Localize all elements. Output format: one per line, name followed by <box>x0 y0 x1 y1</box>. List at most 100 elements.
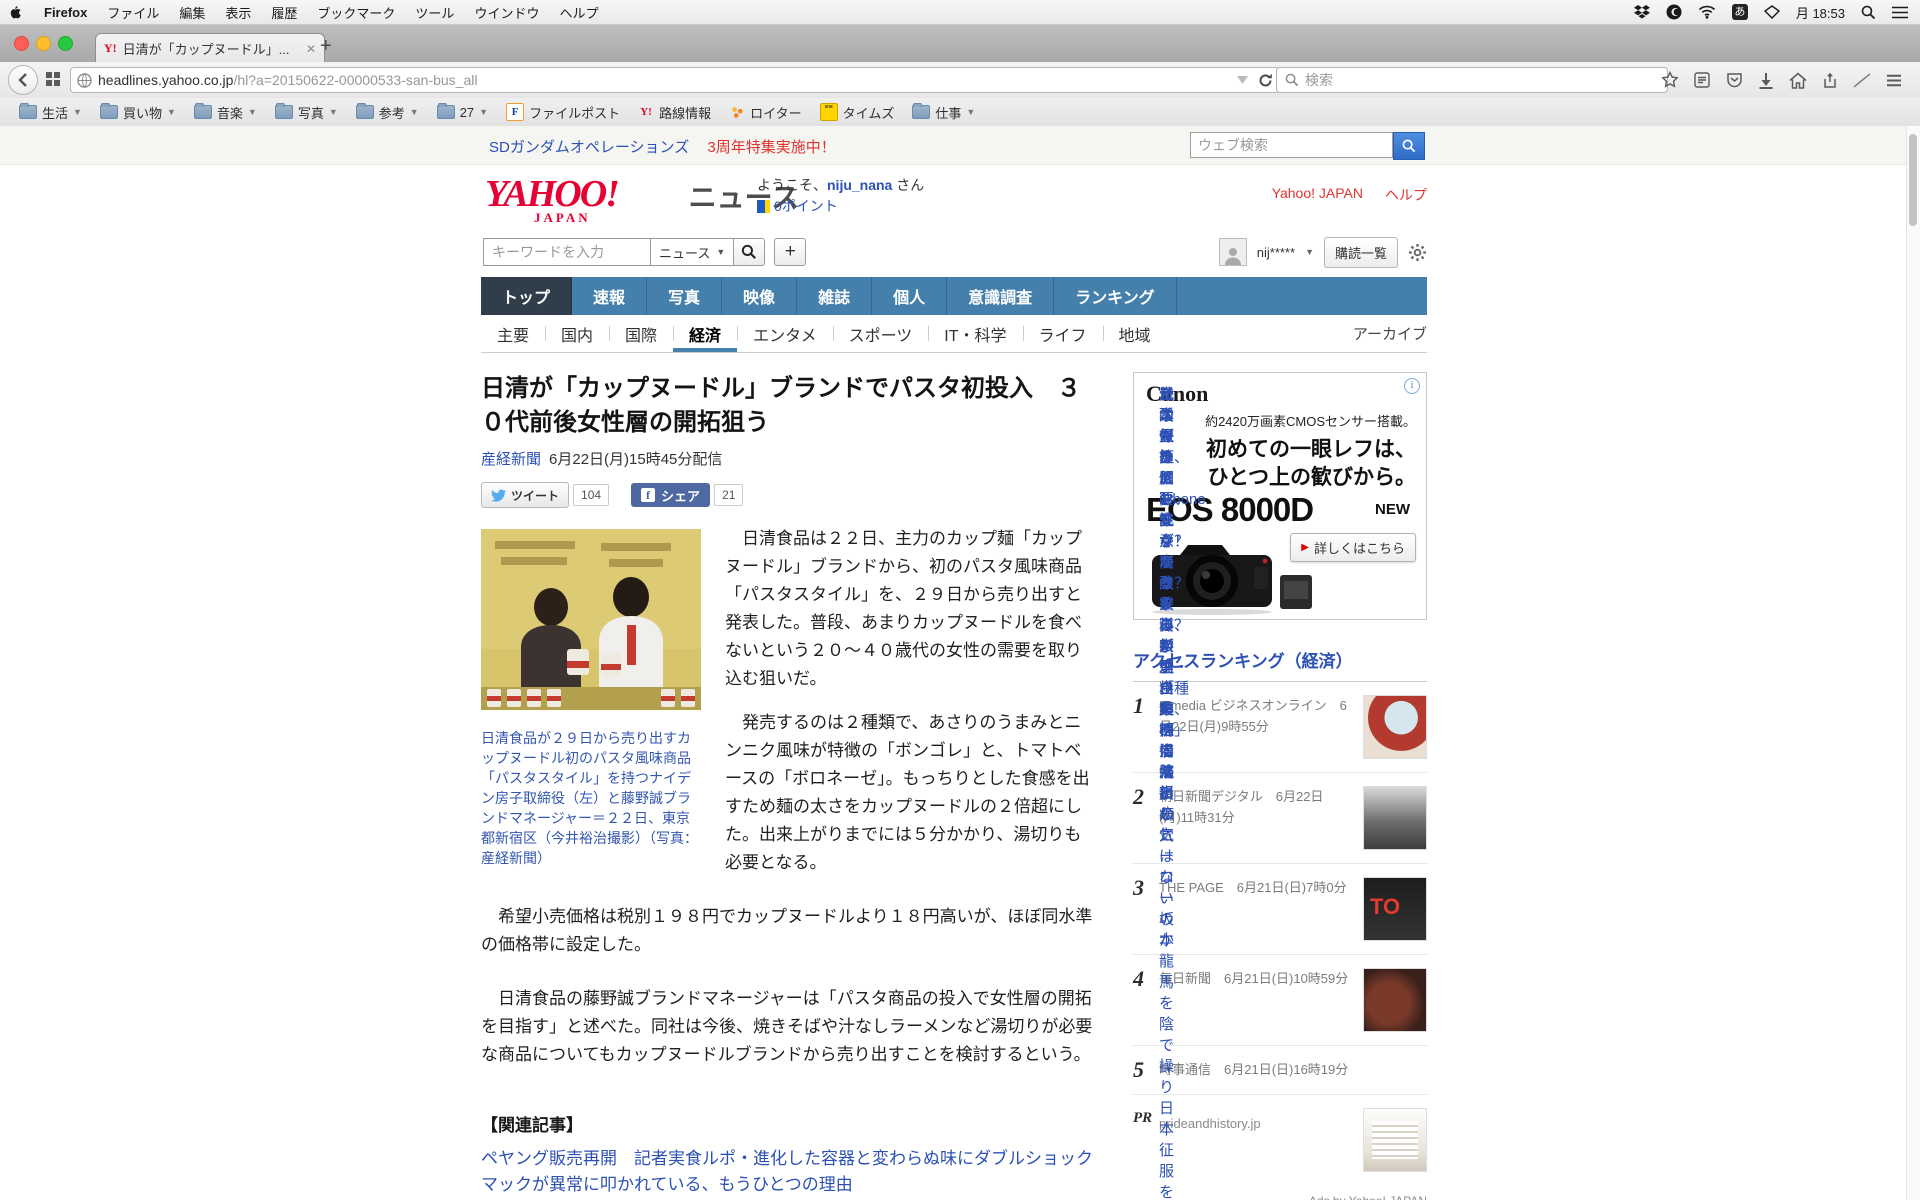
ad-info-icon[interactable]: i <box>1404 378 1420 394</box>
menu-item-help[interactable]: ヘルプ <box>549 3 608 22</box>
article-source-link[interactable]: 産経新聞 <box>481 451 541 468</box>
creative-cloud-icon[interactable] <box>1666 4 1682 20</box>
archive-link[interactable]: アーカイブ <box>1353 315 1427 352</box>
tab-ranking[interactable]: ランキング <box>1054 277 1177 315</box>
menu-item-firefox[interactable]: Firefox <box>34 5 97 20</box>
bookmark-folder-photo[interactable]: 写真▼ <box>266 103 347 122</box>
reload-icon[interactable] <box>1258 73 1273 88</box>
subnav-entertainment[interactable]: エンタメ <box>737 315 833 352</box>
bookmark-times[interactable]: ≡≡タイムズ <box>811 103 904 122</box>
web-search-button[interactable] <box>1393 132 1425 160</box>
news-search-button[interactable] <box>733 238 765 266</box>
bookmark-folder-reference[interactable]: 参考▼ <box>347 103 428 122</box>
pr-link[interactable]: 日本が征服されなかった真の理由｜明治維新のヒーロー坂本龍馬を陰で操り日本征服を企… <box>1159 384 1172 397</box>
subnav-main[interactable]: 主要 <box>481 315 545 352</box>
site-identity-globe-icon[interactable] <box>77 73 92 88</box>
downloads-icon[interactable] <box>1756 70 1776 90</box>
promo-highlight[interactable]: 3周年特集実施中！ <box>707 139 835 156</box>
avatar[interactable] <box>1219 238 1247 266</box>
spotlight-icon[interactable] <box>1861 5 1876 20</box>
dropbox-icon[interactable] <box>1634 5 1650 19</box>
yahoo-news-logo[interactable]: YAHOO! JAPAN ニュース <box>485 175 799 213</box>
input-method-icon[interactable]: あ <box>1732 4 1748 20</box>
related-link[interactable]: マックが異常に叩かれている、もうひとつの理由 <box>481 1172 1095 1198</box>
ranking-thumbnail[interactable] <box>1363 786 1427 850</box>
menu-item-edit[interactable]: 編集 <box>169 3 215 22</box>
ranking-item[interactable]: 4 ＜スマホ＞iPhone安くなる？ＳＩＭフリーは得か損か 毎日新聞 6月21日… <box>1133 955 1427 1046</box>
ranking-thumbnail[interactable] <box>1363 877 1427 941</box>
add-search-button[interactable]: + <box>774 238 806 266</box>
facebook-share-button[interactable]: f シェア <box>631 483 710 507</box>
pocket-icon[interactable] <box>1724 70 1744 90</box>
ads-by-label[interactable]: Ads by Yahoo! JAPAN <box>1133 1185 1427 1200</box>
pr-thumbnail[interactable] <box>1363 1108 1427 1172</box>
window-zoom-button[interactable] <box>58 36 73 51</box>
menu-item-tools[interactable]: ツール <box>405 3 464 22</box>
keyword-search-input[interactable]: キーワードを入力 <box>483 238 650 266</box>
window-close-button[interactable] <box>14 36 29 51</box>
yahoo-japan-link[interactable]: Yahoo! JAPAN <box>1272 185 1363 205</box>
settings-gear-icon[interactable] <box>1408 243 1427 262</box>
subnav-sports[interactable]: スポーツ <box>833 315 929 352</box>
menu-hamburger-icon[interactable] <box>1884 70 1904 90</box>
diamond-menu-icon[interactable] <box>1764 5 1780 19</box>
browser-search-field[interactable]: 検索 <box>1276 67 1668 93</box>
tab-magazine[interactable]: 雑誌 <box>797 277 872 315</box>
notification-center-icon[interactable] <box>1892 6 1908 19</box>
bookmark-folder-music[interactable]: 音楽▼ <box>185 103 266 122</box>
tab-flash[interactable]: 速報 <box>572 277 647 315</box>
ranking-item[interactable]: 5 かつお節、ピンチ＝南太平洋、入漁料負担に 時事通信 6月21日(日)16時1… <box>1133 1046 1427 1095</box>
browser-tab[interactable]: Y! 日清が「カップヌードル」... ✕ <box>95 33 325 63</box>
account-dropdown-icon[interactable]: ▼ <box>1305 247 1314 257</box>
photo-caption-link[interactable]: 日清食品が２９日から売り出すカップヌードル初のパスタ風味商品「パスタスタイル」を… <box>481 728 701 868</box>
ranking-thumbnail[interactable] <box>1363 968 1427 1032</box>
bookmark-folder-27[interactable]: 27▼ <box>428 105 497 120</box>
menu-item-view[interactable]: 表示 <box>215 3 261 22</box>
url-bar[interactable]: headlines.yahoo.co.jp/hl?a=20150622-0000… <box>70 67 1280 93</box>
bookmark-star-icon[interactable] <box>1660 70 1680 90</box>
subscriptions-button[interactable]: 購読一覧 <box>1324 237 1398 268</box>
web-search-input[interactable]: ウェブ検索 <box>1190 132 1393 158</box>
menu-item-history[interactable]: 履歴 <box>261 3 307 22</box>
account-id[interactable]: nij***** <box>1257 245 1295 260</box>
wifi-icon[interactable] <box>1698 5 1716 19</box>
window-minimize-button[interactable] <box>36 36 51 51</box>
tab-photo[interactable]: 写真 <box>647 277 722 315</box>
new-tab-button[interactable]: + <box>320 36 332 56</box>
reading-list-icon[interactable] <box>1692 70 1712 90</box>
bookmark-folder-shopping[interactable]: 買い物▼ <box>91 103 185 122</box>
scrollbar[interactable] <box>1906 126 1920 1200</box>
home-icon[interactable] <box>1788 70 1808 90</box>
menu-item-bookmarks[interactable]: ブックマーク <box>307 3 405 22</box>
subnav-domestic[interactable]: 国内 <box>545 315 609 352</box>
tab-survey[interactable]: 意識調査 <box>947 277 1054 315</box>
back-button[interactable] <box>8 65 38 95</box>
subnav-local[interactable]: 地域 <box>1103 315 1167 352</box>
ranking-pr-item[interactable]: PR 日本が征服されなかった真の理由｜明治維新のヒーロー坂本龍馬を陰で操り日本征… <box>1133 1095 1427 1185</box>
article-photo[interactable] <box>481 529 701 710</box>
url-dropdown-icon[interactable] <box>1237 76 1248 84</box>
username-link[interactable]: niju_nana <box>827 177 892 193</box>
hello-icon[interactable] <box>1852 70 1872 90</box>
ranking-item[interactable]: 2 就活後ろ倒し、誰がトクする？ 学生・企業、不満続出 朝日新聞デジタル 6月2… <box>1133 773 1427 864</box>
tab-personal[interactable]: 個人 <box>872 277 947 315</box>
subnav-world[interactable]: 国際 <box>609 315 673 352</box>
tab-top[interactable]: トップ <box>481 277 572 315</box>
points-link[interactable]: 0ポイント <box>774 196 838 217</box>
menu-item-file[interactable]: ファイル <box>97 3 169 22</box>
scrollbar-thumb[interactable] <box>1909 134 1917 226</box>
promo-link[interactable]: SDガンダムオペレーションズ <box>489 139 689 156</box>
ranking-item[interactable]: 3 元本保証でおトク？ トヨタの新型「種類株」に落とし穴はないのか THE PA… <box>1133 864 1427 955</box>
bookmark-folder-life[interactable]: 生活▼ <box>10 103 91 122</box>
share-icon[interactable] <box>1820 70 1840 90</box>
bookmark-transit[interactable]: Y!路線情報 <box>629 103 720 122</box>
apple-menu-icon[interactable] <box>0 4 34 20</box>
bookmark-folder-work[interactable]: 仕事▼ <box>903 103 984 122</box>
help-link[interactable]: ヘルプ <box>1385 185 1427 205</box>
subnav-it-science[interactable]: IT・科学 <box>928 315 1022 352</box>
subnav-economy[interactable]: 経済 <box>673 315 737 352</box>
tweet-button[interactable]: ツイート <box>481 482 569 508</box>
related-link[interactable]: ペヤング販売再開 記者実食ルポ・進化した容器と変わらぬ味にダブルショック <box>481 1146 1095 1172</box>
menu-bar-clock[interactable]: 月 18:53 <box>1796 3 1845 22</box>
ranking-thumbnail[interactable] <box>1363 695 1427 759</box>
